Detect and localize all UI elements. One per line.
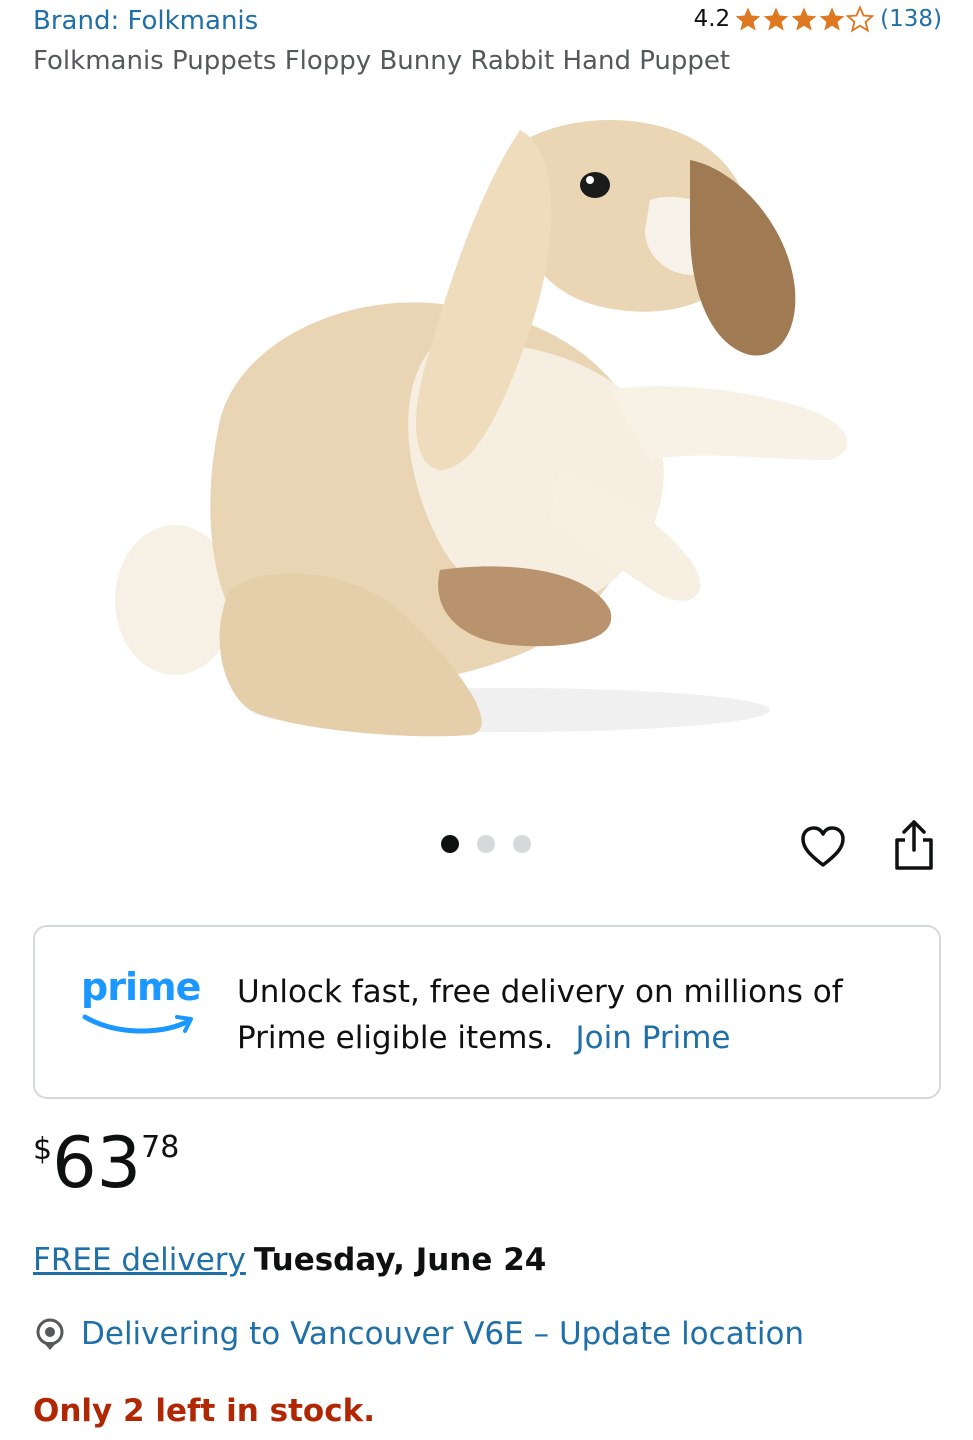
rating-summary[interactable]: 4.2 (138): [694, 5, 942, 33]
delivery-date: Tuesday, June 24: [253, 1242, 547, 1278]
heart-icon[interactable]: [798, 823, 848, 873]
join-prime-link[interactable]: Join Prime: [575, 1020, 730, 1056]
carousel-dot[interactable]: [477, 835, 495, 853]
prime-logo: prime: [81, 965, 201, 1045]
location-pin-icon: [36, 1318, 64, 1350]
star-full-icon: [791, 7, 817, 31]
prime-message: Unlock fast, free delivery on millions o…: [237, 969, 897, 1061]
prime-message-text: Unlock fast, free delivery on millions o…: [237, 974, 843, 1056]
star-full-icon: [763, 7, 789, 31]
carousel-dot[interactable]: [513, 835, 531, 853]
product-image[interactable]: [90, 90, 880, 770]
delivery-location[interactable]: Delivering to Vancouver V6E – Update loc…: [33, 1316, 804, 1352]
price: $ 63 78: [33, 1124, 179, 1202]
prime-smile-icon: [82, 1014, 193, 1034]
stock-status: Only 2 left in stock.: [33, 1393, 375, 1429]
prime-banner[interactable]: prime Unlock fast, free delivery on mill…: [33, 925, 941, 1099]
price-currency: $: [33, 1132, 53, 1167]
brand-link[interactable]: Brand: Folkmanis: [33, 6, 258, 36]
product-title: Folkmanis Puppets Floppy Bunny Rabbit Ha…: [33, 46, 731, 76]
star-full-icon: [819, 7, 845, 31]
star-empty-icon: [846, 5, 875, 33]
price-fraction: 78: [141, 1130, 180, 1165]
image-carousel-dots[interactable]: [441, 835, 531, 853]
price-whole: 63: [52, 1122, 142, 1204]
prime-logo-text: prime: [81, 965, 201, 1009]
free-delivery-link[interactable]: FREE delivery: [33, 1242, 246, 1278]
delivery-location-text[interactable]: Delivering to Vancouver V6E – Update loc…: [81, 1316, 804, 1352]
rating-value: 4.2: [693, 6, 731, 32]
carousel-dot[interactable]: [441, 835, 459, 853]
share-icon[interactable]: [889, 818, 939, 872]
star-full-icon: [735, 7, 761, 31]
rating-count-link[interactable]: (138): [880, 6, 942, 32]
rating-stars: [734, 5, 875, 33]
delivery-info: FREE delivery Tuesday, June 24: [33, 1242, 546, 1278]
